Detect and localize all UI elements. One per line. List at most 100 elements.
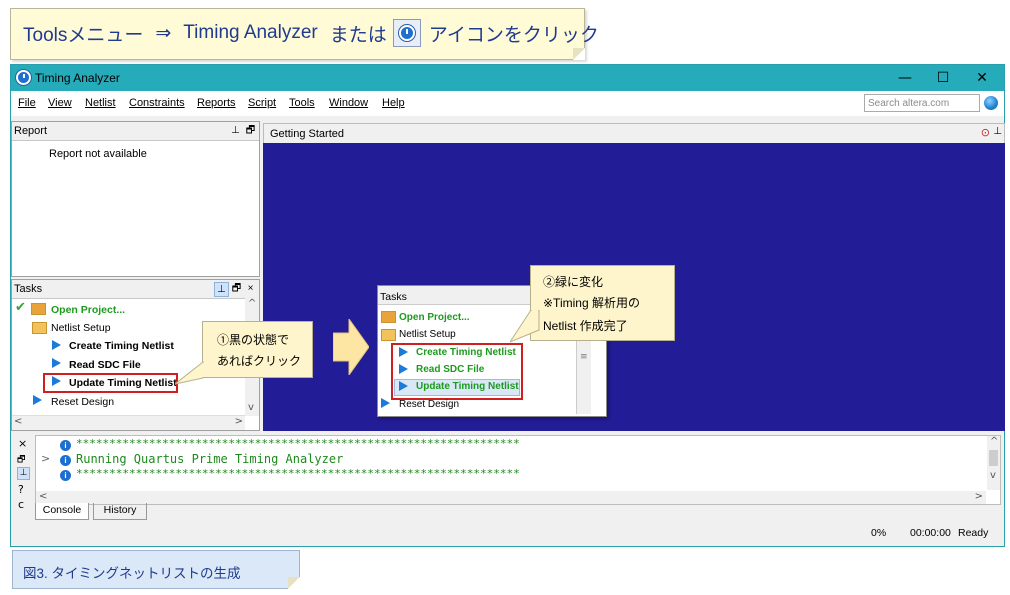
callout2-line2: ※Timing 解析用の — [543, 296, 640, 310]
console-close-icon[interactable]: × — [18, 437, 27, 450]
maximize-button[interactable]: ☐ — [929, 68, 957, 88]
title-bar: Timing Analyzer — ☐ ✕ — [11, 65, 1004, 91]
float-icon[interactable]: 🗗 — [230, 282, 243, 295]
task-netlist-setup[interactable]: Netlist Setup — [51, 322, 111, 334]
info-icon: i — [60, 470, 71, 481]
instruction-or: または — [329, 24, 387, 46]
globe-icon[interactable] — [984, 96, 998, 110]
console-pin-icon[interactable]: ⊥ — [17, 467, 30, 480]
float-icon[interactable]: 🗗 — [244, 124, 257, 137]
play-icon — [52, 340, 61, 350]
open-project-icon — [31, 303, 46, 315]
instruction-tools-menu: Toolsメニュー — [23, 24, 144, 46]
status-ready: Ready — [958, 527, 989, 539]
instruction-arrow: ⇒ — [155, 22, 172, 44]
menu-window[interactable]: Window — [329, 97, 368, 109]
tab-history[interactable]: History — [93, 503, 147, 520]
console-help-icon[interactable]: ? — [18, 483, 24, 496]
highlight-box — [43, 373, 178, 393]
tasks-panel-title: Tasks — [14, 283, 43, 295]
console-c-icon[interactable]: c — [18, 498, 24, 511]
menu-file[interactable]: File — [18, 97, 36, 109]
play-icon — [399, 347, 408, 357]
inset-task-netlist-setup: Netlist Setup — [399, 329, 456, 340]
callout1-line2: あればクリック — [217, 354, 302, 368]
console-line: ****************************************… — [76, 467, 520, 480]
timing-analyzer-icon — [392, 19, 421, 47]
menu-netlist[interactable]: Netlist — [85, 97, 116, 109]
inset-task-open-project: Open Project... — [399, 312, 470, 323]
inset-task-update-timing-netlist: Update Timing Netlist — [416, 381, 519, 392]
callout-green-change: ②緑に変化 ※Timing 解析用の Netlist 作成完了 — [530, 265, 675, 341]
instruction-timing-analyzer: Timing Analyzer — [183, 22, 318, 43]
report-panel-title: Report — [14, 125, 48, 137]
task-read-sdc-file[interactable]: Read SDC File — [69, 359, 141, 371]
callout1-pointer — [175, 360, 204, 385]
open-project-icon — [381, 311, 396, 323]
tab-console[interactable]: Console — [35, 503, 89, 520]
target-icon[interactable]: ⊙ — [981, 126, 990, 139]
close-button[interactable]: ✕ — [968, 68, 996, 88]
report-empty-text: Report not available — [49, 148, 147, 160]
inset-tasks-title: Tasks — [380, 291, 407, 303]
console-vertical-scrollbar[interactable]: ^ v — [987, 436, 1000, 490]
status-elapsed: 00:00:00 — [910, 527, 951, 539]
play-icon — [52, 358, 61, 368]
expand-chevron-icon[interactable]: > — [41, 452, 50, 465]
menu-view[interactable]: View — [48, 97, 72, 109]
console-float-icon[interactable]: 🗗 — [17, 452, 25, 468]
menu-help[interactable]: Help — [382, 97, 405, 109]
play-icon — [399, 364, 408, 374]
callout2-line1: ②緑に変化 — [543, 275, 604, 289]
callout-black-state: ①黒の状態で あればクリック — [202, 321, 313, 378]
info-icon: i — [60, 455, 71, 466]
figure-caption: 図3. タイミングネットリストの生成 — [12, 550, 300, 589]
inset-task-read-sdc-file: Read SDC File — [416, 364, 485, 375]
getting-started-header: Getting Started ⊙ ⊥ — [263, 123, 1005, 144]
check-icon: ✔ — [15, 300, 26, 315]
instruction-click-icon: アイコンをクリック — [428, 24, 599, 46]
tasks-panel-header: Tasks ⊥ 🗗 × — [12, 280, 259, 299]
console-side-toolbar: × 🗗 ⊥ ? c — [14, 437, 32, 517]
instruction-note: Toolsメニュー ⇒ Timing Analyzer または アイコンをクリッ… — [10, 8, 599, 60]
menu-bar: File View Netlist Constraints Reports Sc… — [11, 91, 1004, 116]
menu-reports[interactable]: Reports — [197, 97, 236, 109]
console-line: Running Quartus Prime Timing Analyzer — [76, 452, 344, 466]
minimize-button[interactable]: — — [891, 68, 919, 88]
folder-icon — [32, 322, 47, 334]
console-line: ****************************************… — [76, 437, 520, 450]
search-input[interactable]: Search altera.com — [864, 94, 980, 112]
play-icon — [399, 381, 408, 391]
info-icon: i — [60, 440, 71, 451]
figure-caption-text: 図3. タイミングネットリストの生成 — [23, 566, 241, 581]
pin-icon[interactable]: ⊥ — [214, 282, 229, 297]
folder-icon — [381, 329, 396, 341]
console-output[interactable]: i **************************************… — [35, 435, 1001, 505]
pin-icon[interactable]: ⊥ — [229, 124, 242, 137]
inset-task-create-timing-netlist: Create Timing Netlist — [416, 347, 516, 358]
close-panel-icon[interactable]: × — [244, 282, 257, 295]
window-title: Timing Analyzer — [35, 71, 120, 85]
menu-constraints[interactable]: Constraints — [129, 97, 185, 109]
task-open-project[interactable]: Open Project... — [51, 304, 125, 316]
transition-arrow-icon — [333, 319, 369, 375]
menu-script[interactable]: Script — [248, 97, 276, 109]
menu-tools[interactable]: Tools — [289, 97, 315, 109]
console-horizontal-scrollbar[interactable]: < > — [36, 491, 986, 504]
play-icon — [33, 395, 42, 405]
getting-started-title: Getting Started — [270, 128, 344, 140]
console-panel: × 🗗 ⊥ ? c i ****************************… — [11, 433, 1004, 517]
inset-task-reset-design: Reset Design — [399, 399, 460, 410]
pin-icon[interactable]: ⊥ — [993, 126, 1002, 137]
task-create-timing-netlist[interactable]: Create Timing Netlist — [69, 340, 174, 352]
callout1-line1: ①黒の状態で — [217, 333, 290, 347]
status-progress: 0% — [871, 527, 887, 539]
callout2-line3: Netlist 作成完了 — [543, 319, 628, 333]
play-icon — [381, 398, 390, 408]
report-panel-header: Report ⊥ 🗗 — [12, 122, 259, 141]
status-bar: 0% 00:00:00 Ready — [11, 521, 1004, 545]
callout2-pointer — [510, 310, 540, 343]
task-reset-design[interactable]: Reset Design — [51, 396, 114, 408]
report-panel: Report ⊥ 🗗 Report not available — [11, 121, 260, 277]
horizontal-scrollbar[interactable]: < > — [12, 415, 245, 430]
